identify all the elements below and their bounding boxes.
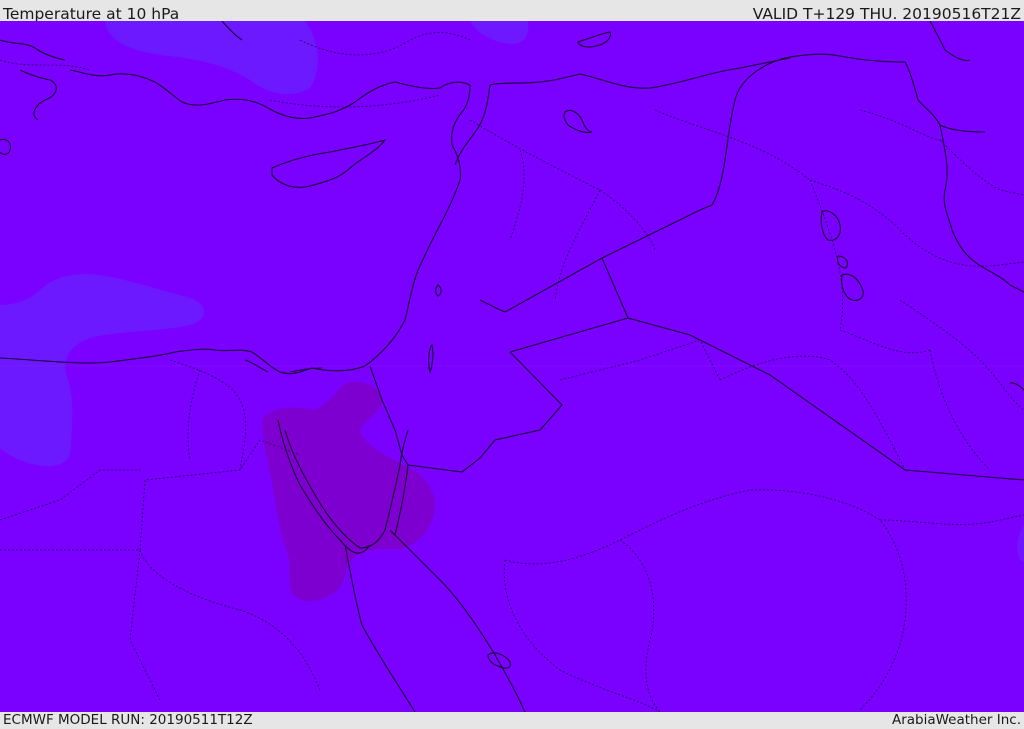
credit-text: ArabiaWeather Inc. <box>891 712 1021 728</box>
header-bar: Temperature at 10 hPa VALID T+129 THU. 2… <box>0 0 1024 23</box>
footer-bar: ECMWF MODEL RUN: 20190511T12Z ArabiaWeat… <box>0 712 1024 729</box>
model-run: ECMWF MODEL RUN: 20190511T12Z <box>3 712 253 728</box>
temperature-field <box>0 21 1024 712</box>
map-canvas <box>0 21 1024 712</box>
map-view[interactable] <box>0 21 1024 712</box>
